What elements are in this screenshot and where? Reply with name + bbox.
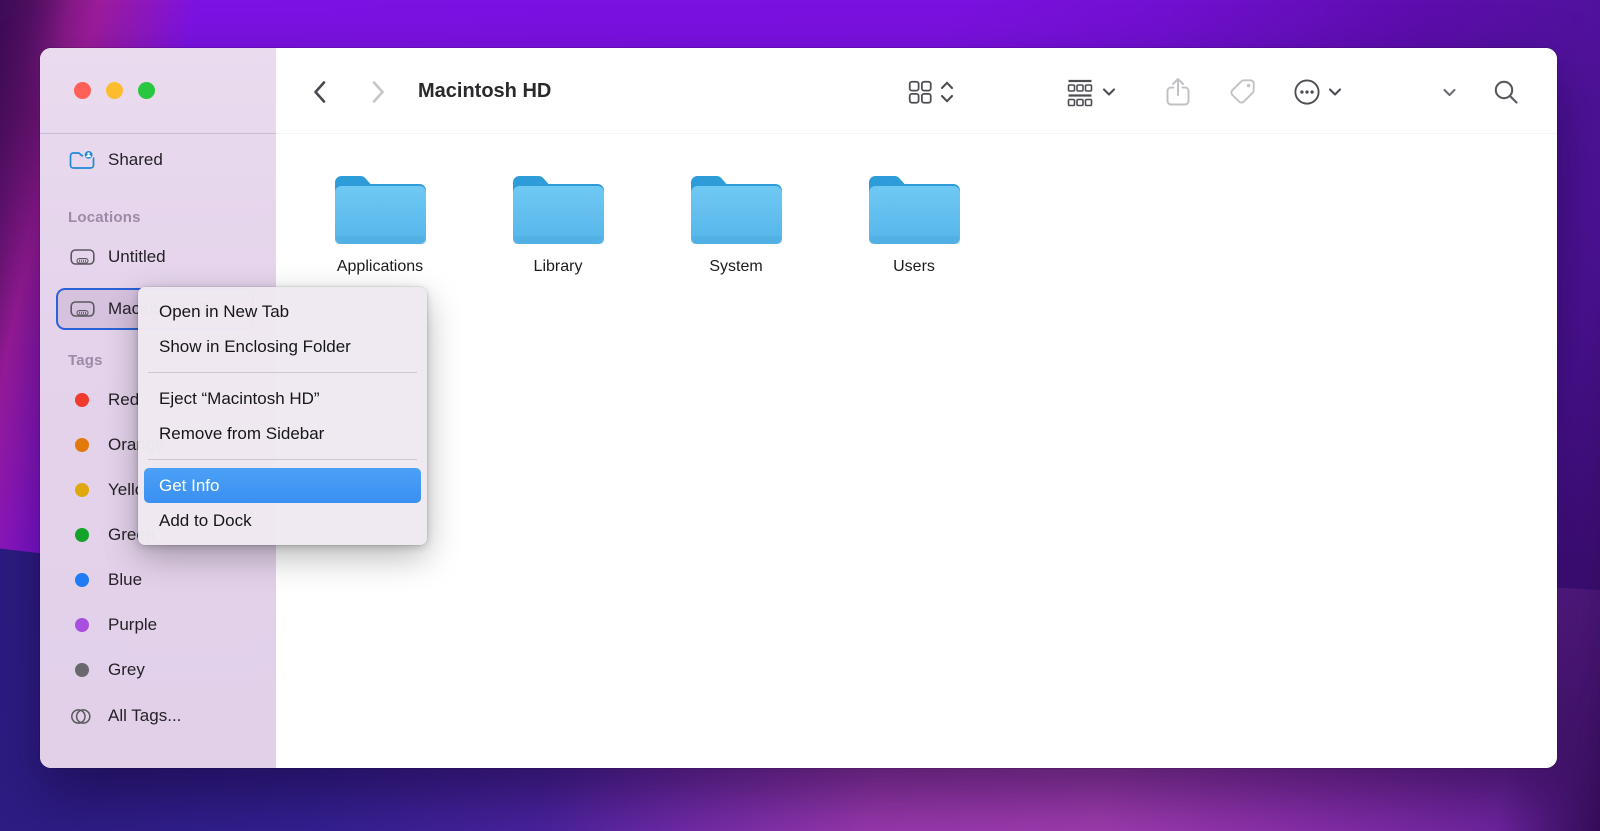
sidebar-section-locations: Locations: [68, 209, 141, 229]
context-menu: Open in New Tab Show in Enclosing Folder…: [138, 287, 427, 545]
tag-color-dot: [75, 438, 89, 452]
folder-system[interactable]: System: [664, 172, 808, 276]
folder-label: Library: [534, 258, 583, 276]
sidebar-item-label: Red: [108, 390, 139, 410]
menu-item-remove-from-sidebar[interactable]: Remove from Sidebar: [144, 416, 421, 451]
sidebar-divider: [40, 133, 276, 134]
window-title: Macintosh HD: [418, 48, 551, 134]
chevron-down-icon: [1102, 87, 1116, 97]
toolbar-collapse-button[interactable]: [1438, 75, 1461, 109]
search-button[interactable]: [1488, 75, 1524, 109]
chevron-up-down-icon: [940, 79, 954, 105]
sidebar-item-label: Shared: [108, 150, 163, 170]
shared-folder-icon: [64, 150, 100, 171]
tag-color-dot: [75, 663, 89, 677]
all-tags-icon: [64, 708, 100, 725]
group-by-button[interactable]: [1060, 75, 1120, 109]
chevron-down-icon: [1328, 87, 1342, 97]
grid-view-icon: [906, 78, 934, 106]
window-controls: [74, 82, 155, 99]
chevron-right-icon: [368, 78, 388, 106]
sidebar-item-label: All Tags...: [108, 706, 181, 726]
sidebar-item-shared[interactable]: Shared: [64, 142, 264, 178]
menu-item-show-in-enclosing-folder[interactable]: Show in Enclosing Folder: [144, 329, 421, 364]
tag-icon: [1228, 77, 1258, 107]
tag-color-dot: [75, 618, 89, 632]
chevron-left-icon: [310, 78, 330, 106]
close-button[interactable]: [74, 82, 91, 99]
chevron-down-icon: [1442, 87, 1457, 98]
folder-icon: [332, 172, 429, 248]
folder-applications[interactable]: Applications: [308, 172, 452, 276]
sidebar-item-tag-grey[interactable]: Grey: [64, 652, 264, 688]
menu-item-add-to-dock[interactable]: Add to Dock: [144, 503, 421, 538]
sidebar-item-label: Untitled: [108, 247, 166, 267]
folder-icon: [866, 172, 963, 248]
tag-color-dot: [75, 528, 89, 542]
folder-icon: [688, 172, 785, 248]
share-button[interactable]: [1160, 75, 1196, 109]
forward-button[interactable]: [364, 75, 392, 109]
tag-color-dot: [75, 573, 89, 587]
drive-icon: [64, 300, 100, 318]
sidebar-item-label: Grey: [108, 660, 145, 680]
drive-icon: [64, 248, 100, 266]
menu-item-open-in-new-tab[interactable]: Open in New Tab: [144, 294, 421, 329]
view-options-button[interactable]: [902, 75, 958, 109]
sidebar-item-untitled[interactable]: Untitled: [64, 239, 264, 275]
tag-color-dot: [75, 393, 89, 407]
back-button[interactable]: [306, 75, 334, 109]
content-area: [276, 48, 1557, 768]
sidebar-item-label: Purple: [108, 615, 157, 635]
folder-label: Users: [893, 258, 935, 276]
more-options-button[interactable]: [1288, 75, 1346, 109]
menu-item-get-info[interactable]: Get Info: [144, 468, 421, 503]
sidebar-item-all-tags[interactable]: All Tags...: [64, 698, 264, 734]
sidebar-item-tag-blue[interactable]: Blue: [64, 562, 264, 598]
tag-color-dot: [75, 483, 89, 497]
group-by-icon: [1064, 77, 1096, 107]
folder-label: Applications: [337, 258, 423, 276]
minimize-button[interactable]: [106, 82, 123, 99]
folder-users[interactable]: Users: [842, 172, 986, 276]
desktop: Shared Locations Untitled: [0, 0, 1600, 831]
finder-window: Shared Locations Untitled: [40, 48, 1557, 768]
menu-separator: [148, 372, 417, 373]
menu-item-eject-macintosh-hd[interactable]: Eject “Macintosh HD”: [144, 381, 421, 416]
folder-library[interactable]: Library: [486, 172, 630, 276]
folder-icon: [510, 172, 607, 248]
sidebar-item-label: Blue: [108, 570, 142, 590]
folder-label: System: [709, 258, 762, 276]
tag-button[interactable]: [1224, 75, 1262, 109]
sidebar-item-tag-purple[interactable]: Purple: [64, 607, 264, 643]
search-icon: [1492, 78, 1520, 106]
menu-separator: [148, 459, 417, 460]
ellipsis-circle-icon: [1292, 77, 1322, 107]
share-icon: [1164, 76, 1192, 108]
sidebar-section-tags: Tags: [68, 352, 103, 372]
zoom-button[interactable]: [138, 82, 155, 99]
